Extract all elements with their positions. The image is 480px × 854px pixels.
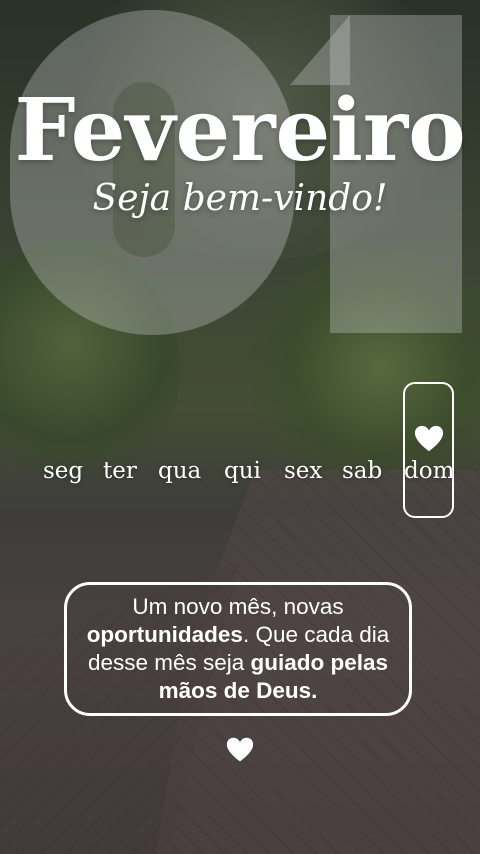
weekday-row: seg ter qua qui sex sab dom [28, 458, 468, 490]
heart-icon [414, 425, 444, 452]
weekday-sex: sex [284, 458, 323, 484]
weekday-qui: qui [224, 458, 261, 484]
month-title: Fevereiro [14, 80, 466, 181]
message-box: Um novo mês, novas oportunidades. Que ca… [64, 582, 412, 716]
weekday-seg: seg [43, 458, 84, 484]
heart-icon [226, 737, 254, 762]
weekday-ter: ter [103, 458, 137, 484]
welcome-subtitle: Seja bem-vindo! [92, 178, 388, 219]
story-canvas: Fevereiro Seja bem-vindo! seg ter qua qu… [0, 0, 480, 854]
weekday-qua: qua [158, 458, 202, 484]
weekday-dom: dom [404, 458, 455, 484]
message-text-1: Um novo mês, novas [132, 594, 344, 619]
weekday-sab: sab [342, 458, 383, 484]
message-bold-1: oportunidades [86, 622, 243, 647]
